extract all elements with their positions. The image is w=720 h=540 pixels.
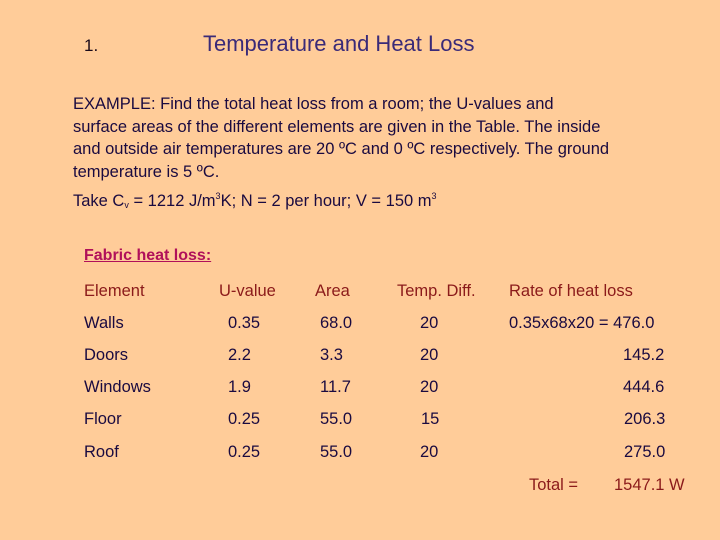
cell-element: Roof <box>84 443 119 461</box>
cv-value: = 1212 J/m <box>128 192 216 210</box>
given-prefix: Take C <box>73 192 125 210</box>
v-superscript: 3 <box>431 191 437 201</box>
problem-line: and outside air temperatures are 20 ºC a… <box>73 140 610 158</box>
given-rest: K; N = 2 per hour; V = 150 m <box>220 192 432 210</box>
cell-temp-diff: 15 <box>421 410 440 428</box>
cell-u-value: 2.2 <box>228 346 251 364</box>
cell-rate: 206.3 <box>624 410 666 428</box>
slide-title: Temperature and Heat Loss <box>203 31 475 56</box>
header-element: Element <box>84 282 145 300</box>
cell-u-value: 0.25 <box>228 410 261 428</box>
cell-element: Doors <box>84 346 129 364</box>
header-temp-diff: Temp. Diff. <box>397 282 476 300</box>
slide-number: 1. <box>84 36 99 55</box>
cell-rate: 444.6 <box>623 378 665 396</box>
problem-line: EXAMPLE: Find the total heat loss from a… <box>73 95 554 113</box>
cell-rate: 0.35x68x20 = 476.0 <box>509 314 655 332</box>
given-values: Take Cv = 1212 J/m3K; N = 2 per hour; V … <box>73 191 437 211</box>
cell-u-value: 0.35 <box>228 314 261 332</box>
cell-temp-diff: 20 <box>420 443 439 461</box>
cell-u-value: 1.9 <box>228 378 251 396</box>
cell-area: 68.0 <box>320 314 353 332</box>
cell-temp-diff: 20 <box>420 378 439 396</box>
cell-area: 3.3 <box>320 346 343 364</box>
header-u-value: U-value <box>219 282 276 300</box>
problem-line: temperature is 5 ºC. <box>73 162 220 181</box>
header-area: Area <box>315 282 350 300</box>
section-heading: Fabric heat loss: <box>84 247 212 264</box>
cell-temp-diff: 20 <box>420 314 439 332</box>
cell-area: 11.7 <box>320 378 351 396</box>
cell-area: 55.0 <box>320 443 353 461</box>
total-label: Total = <box>529 476 579 494</box>
cell-temp-diff: 20 <box>420 346 439 364</box>
problem-line: surface areas of the different elements … <box>73 117 601 136</box>
cell-area: 55.0 <box>320 410 353 428</box>
cell-u-value: 0.25 <box>228 443 261 461</box>
cell-element: Windows <box>84 378 151 396</box>
cell-rate: 145.2 <box>623 346 665 364</box>
header-rate: Rate of heat loss <box>509 282 633 300</box>
cell-element: Walls <box>84 314 124 332</box>
total-value: 1547.1 W <box>614 476 685 494</box>
cell-rate: 275.0 <box>624 443 666 461</box>
cell-element: Floor <box>84 410 122 428</box>
problem-statement: EXAMPLE: Find the total heat loss from a… <box>73 93 693 183</box>
